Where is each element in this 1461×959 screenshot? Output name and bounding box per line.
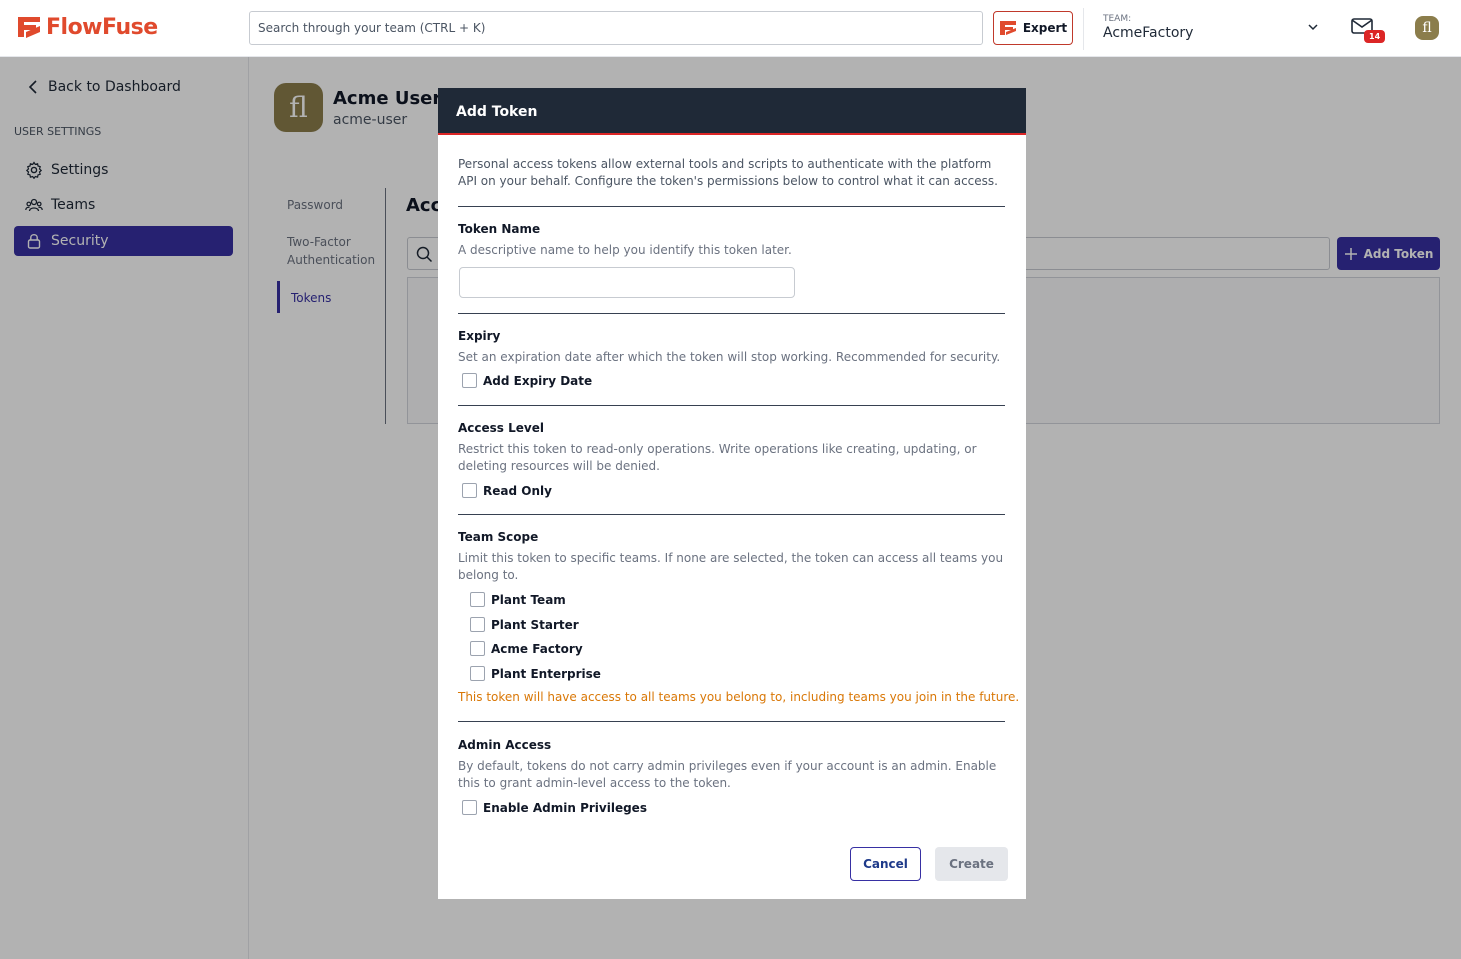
expert-button[interactable]: Expert <box>993 11 1073 45</box>
team-scope-description: Limit this token to specific teams. If n… <box>458 551 1004 582</box>
checkbox-box[interactable] <box>470 592 485 607</box>
team-scope-warning: This token will have access to all teams… <box>458 690 1020 704</box>
access-level-label: Access Level <box>458 421 544 435</box>
global-search-input[interactable]: Search through your team (CTRL + K) <box>249 11 983 45</box>
team-checkbox-plant-enterprise[interactable]: Plant Enterprise <box>470 666 601 681</box>
checkbox-box[interactable] <box>470 666 485 681</box>
checkbox-label: Plant Team <box>491 592 566 607</box>
team-caption: TEAM: <box>1103 14 1132 24</box>
checkbox-label: Read Only <box>483 483 552 498</box>
enable-admin-privileges-checkbox[interactable]: Enable Admin Privileges <box>462 800 647 815</box>
token-name-label: Token Name <box>458 222 541 236</box>
divider <box>458 206 1005 207</box>
flowfuse-logo[interactable]: FlowFuse <box>16 14 158 40</box>
dialog-intro: Personal access tokens allow external to… <box>458 157 998 188</box>
add-token-dialog: Add Token Personal access tokens allow e… <box>438 88 1026 899</box>
expiry-description: Set an expiration date after which the t… <box>458 350 1001 364</box>
notifications-button[interactable]: 14 <box>1350 16 1386 46</box>
team-checkbox-plant-team[interactable]: Plant Team <box>470 592 566 607</box>
read-only-checkbox[interactable]: Read Only <box>462 483 552 498</box>
token-name-input[interactable] <box>459 267 795 298</box>
create-button[interactable]: Create <box>935 847 1008 881</box>
chevron-down-icon <box>1308 24 1318 31</box>
divider <box>458 514 1005 515</box>
checkbox-box[interactable] <box>462 373 477 388</box>
checkbox-label: Plant Enterprise <box>491 666 601 681</box>
team-scope-label: Team Scope <box>458 530 539 544</box>
divider <box>458 721 1005 722</box>
checkbox-label: Acme Factory <box>491 641 583 656</box>
expert-icon <box>999 21 1016 35</box>
divider <box>458 313 1005 314</box>
expert-label: Expert <box>1022 21 1068 35</box>
admin-access-label: Admin Access <box>458 738 552 752</box>
add-expiry-date-checkbox[interactable]: Add Expiry Date <box>462 373 592 388</box>
checkbox-label: Plant Starter <box>491 617 579 632</box>
team-checkbox-plant-starter[interactable]: Plant Starter <box>470 617 579 632</box>
logo-text: FlowFuse <box>46 14 158 40</box>
dialog-title: Add Token <box>438 88 1026 135</box>
top-header: FlowFuse Search through your team (CTRL … <box>0 0 1461 57</box>
divider <box>458 405 1005 406</box>
token-name-description: A descriptive name to help you identify … <box>458 243 792 257</box>
user-avatar[interactable]: fl <box>1415 16 1439 40</box>
team-switcher[interactable]: TEAM: AcmeFactory <box>1083 8 1326 50</box>
checkbox-box[interactable] <box>462 800 477 815</box>
checkbox-box[interactable] <box>470 641 485 656</box>
admin-access-description: By default, tokens do not carry admin pr… <box>458 759 997 790</box>
checkbox-box[interactable] <box>470 617 485 632</box>
team-name: AcmeFactory <box>1103 25 1194 41</box>
team-checkbox-acme-factory[interactable]: Acme Factory <box>470 641 583 656</box>
expiry-label: Expiry <box>458 329 501 343</box>
notification-count-badge: 14 <box>1364 30 1386 43</box>
flowfuse-logo-icon <box>18 17 40 38</box>
checkbox-label: Add Expiry Date <box>483 373 593 388</box>
access-level-description: Restrict this token to read-only operati… <box>458 442 977 473</box>
checkbox-label: Enable Admin Privileges <box>483 800 647 815</box>
cancel-button[interactable]: Cancel <box>850 847 921 881</box>
checkbox-box[interactable] <box>462 483 477 498</box>
